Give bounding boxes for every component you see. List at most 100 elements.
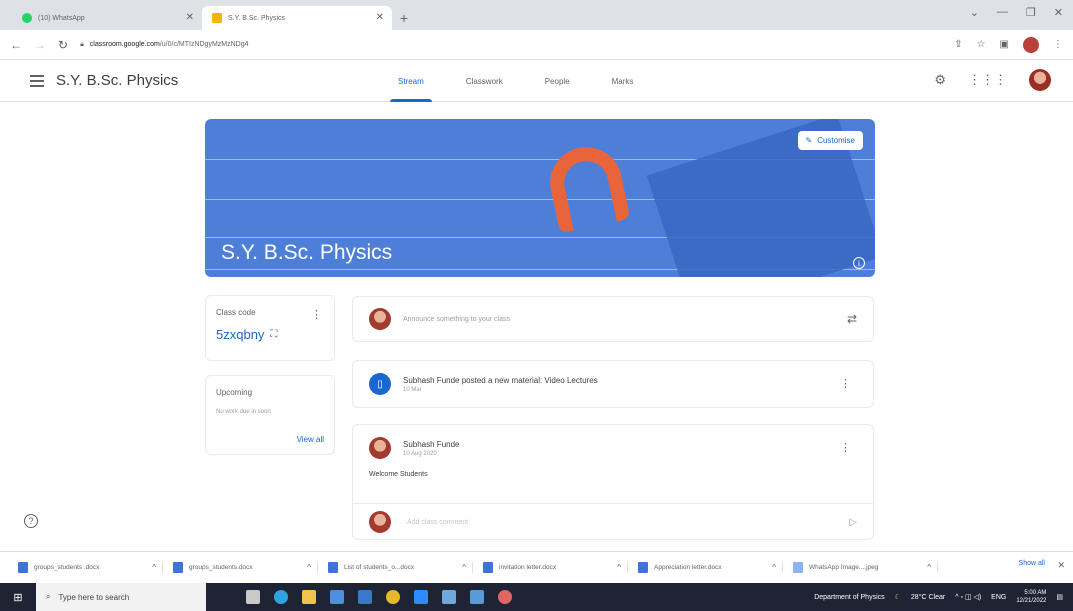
class-banner: ✎ Customise S.Y. B.Sc. Physics i	[205, 119, 875, 277]
time: 5:00 AM	[1024, 590, 1047, 596]
chevron-up-icon[interactable]: ^	[307, 563, 311, 572]
download-filename: Appreciation letter.docx	[654, 564, 722, 571]
app-icon[interactable]	[470, 590, 484, 604]
window-layout-icon[interactable]: ▣	[1000, 39, 1009, 50]
apps-grid-icon[interactable]: ⋮⋮⋮	[968, 72, 1007, 88]
task-view-icon[interactable]	[246, 590, 260, 604]
tab-search-icon[interactable]: ⌄	[970, 6, 979, 19]
system-tray: Department of Physics ☾ 28°C Clear ^ ▫ ◫…	[814, 583, 1063, 611]
back-icon[interactable]: ←	[10, 38, 22, 52]
share-icon[interactable]: ⇪	[954, 39, 962, 50]
post-more-icon[interactable]: ⋮	[840, 441, 851, 454]
word-doc-icon	[638, 562, 648, 573]
tab-people[interactable]: People	[537, 60, 578, 102]
chevron-up-icon[interactable]: ^	[927, 563, 931, 572]
tab-title: (10) WhatsApp	[38, 14, 85, 22]
material-post[interactable]: ▯ Subhash Funde posted a new material: V…	[352, 360, 874, 408]
download-item[interactable]: Appreciation letter.docx ^	[638, 562, 783, 573]
info-icon[interactable]: i	[853, 257, 865, 269]
user-avatar	[369, 308, 391, 330]
downloads-bar: groups_students .docx ^ groups_students.d…	[0, 551, 1073, 583]
minimize-icon[interactable]: —	[997, 6, 1008, 19]
clock[interactable]: 5:00 AM 12/21/2022	[1016, 589, 1046, 605]
comment-input[interactable]: Add class comment	[407, 519, 833, 526]
chevron-up-icon[interactable]: ^	[617, 563, 621, 572]
close-tab-icon[interactable]: ✕	[186, 12, 194, 23]
url-field[interactable]: 🔒︎ classroom.google.com/u/0/c/MTIzNDgyMz…	[80, 34, 942, 56]
download-item[interactable]: invitation letter.docx ^	[483, 562, 628, 573]
chevron-up-icon[interactable]: ^	[772, 563, 776, 572]
maximize-icon[interactable]: ❐	[1026, 6, 1036, 19]
announcement-post: Subhash Funde 10 Aug 2020 ⋮ Welcome Stud…	[352, 424, 874, 540]
download-item[interactable]: groups_students.docx ^	[173, 562, 318, 573]
show-all-button[interactable]: Show all	[1019, 560, 1045, 567]
app-icon[interactable]	[498, 590, 512, 604]
material-icon: ▯	[369, 373, 391, 395]
language[interactable]: ENG	[991, 594, 1006, 601]
search-placeholder: Type here to search	[58, 592, 130, 602]
header-actions: ⚙ ⋮⋮⋮	[934, 69, 1051, 91]
post-more-icon[interactable]: ⋮	[840, 377, 851, 390]
post-text: Subhash Funde posted a new material: Vid…	[403, 376, 598, 393]
account-avatar[interactable]	[1029, 69, 1051, 91]
forward-icon[interactable]: →	[34, 38, 46, 52]
date: 12/21/2022	[1016, 598, 1047, 604]
taskbar-search[interactable]: ⌕ Type here to search	[36, 583, 206, 611]
reload-icon[interactable]: ↻	[58, 38, 68, 52]
divider	[353, 503, 873, 504]
tab-stream[interactable]: Stream	[390, 60, 432, 102]
url-host: classroom.google.com	[89, 41, 160, 48]
more-icon[interactable]: ⋮	[1053, 39, 1063, 50]
author-avatar	[369, 437, 391, 459]
bookmark-star-icon[interactable]: ☆	[977, 39, 986, 50]
mail-icon[interactable]	[358, 590, 372, 604]
repost-icon[interactable]: ⇄	[847, 312, 857, 326]
app-icon[interactable]	[442, 590, 456, 604]
settings-gear-icon[interactable]: ⚙	[934, 72, 946, 88]
fullscreen-icon[interactable]: ⛶	[270, 329, 277, 340]
chevron-up-icon[interactable]: ^	[462, 563, 466, 572]
class-code-row: 5zxqbny ⛶	[216, 327, 324, 342]
tab-marks[interactable]: Marks	[604, 60, 642, 102]
download-item[interactable]: WhatsApp Image....jpeg ^	[793, 562, 938, 573]
download-item[interactable]: List of students_o...docx ^	[328, 562, 473, 573]
chevron-up-icon[interactable]: ^	[152, 563, 156, 572]
window-controls: ⌄ — ❐ ✕	[970, 6, 1063, 19]
help-icon[interactable]: ?	[24, 514, 38, 528]
tab-classwork[interactable]: Classwork	[458, 60, 511, 102]
download-item[interactable]: groups_students .docx ^	[18, 562, 163, 573]
word-doc-icon	[328, 562, 338, 573]
page-title: S.Y. B.Sc. Physics	[56, 72, 179, 89]
class-code-value: 5zxqbny	[216, 327, 265, 342]
tray-text[interactable]: Department of Physics	[814, 594, 884, 601]
hamburger-menu-icon[interactable]	[30, 74, 44, 87]
close-window-icon[interactable]: ✕	[1054, 6, 1063, 19]
windows-start-icon[interactable]: ⊞	[0, 591, 36, 604]
classroom-header: S.Y. B.Sc. Physics Stream Classwork Peop…	[0, 60, 1073, 102]
close-tab-icon[interactable]: ✕	[376, 12, 384, 23]
edge-icon[interactable]	[274, 590, 288, 604]
comment-row: Add class comment ▷	[369, 511, 857, 533]
new-tab-button[interactable]: +	[392, 6, 416, 30]
tray-icons[interactable]: ^ ▫ ◫ ◁)	[955, 593, 981, 601]
file-explorer-icon[interactable]	[302, 590, 316, 604]
notification-icon[interactable]: ▤	[1056, 593, 1063, 601]
announce-box[interactable]: Announce something to your class ⇄	[352, 296, 874, 342]
profile-avatar[interactable]	[1023, 36, 1039, 53]
weather-text[interactable]: 28°C Clear	[911, 594, 945, 601]
close-downloads-icon[interactable]: ✕	[1057, 560, 1065, 571]
class-code-more-icon[interactable]: ⋮	[311, 308, 322, 321]
lock-icon: 🔒︎	[80, 40, 84, 48]
app-icon[interactable]	[414, 590, 428, 604]
customise-button[interactable]: ✎ Customise	[797, 131, 863, 150]
address-bar: ← → ↻ 🔒︎ classroom.google.com/u/0/c/MTIz…	[0, 30, 1073, 60]
store-icon[interactable]	[330, 590, 344, 604]
customise-label: Customise	[817, 136, 855, 145]
post-body: Welcome Students	[369, 471, 428, 478]
browser-tab-classroom[interactable]: S.Y. B.Sc. Physics ✕	[202, 6, 392, 30]
announce-placeholder: Announce something to your class	[403, 315, 511, 323]
send-icon[interactable]: ▷	[849, 517, 857, 528]
view-all-link[interactable]: View all	[297, 435, 324, 444]
browser-tab-whatsapp[interactable]: (10) WhatsApp ✕	[12, 6, 202, 30]
chrome-icon[interactable]	[386, 590, 400, 604]
